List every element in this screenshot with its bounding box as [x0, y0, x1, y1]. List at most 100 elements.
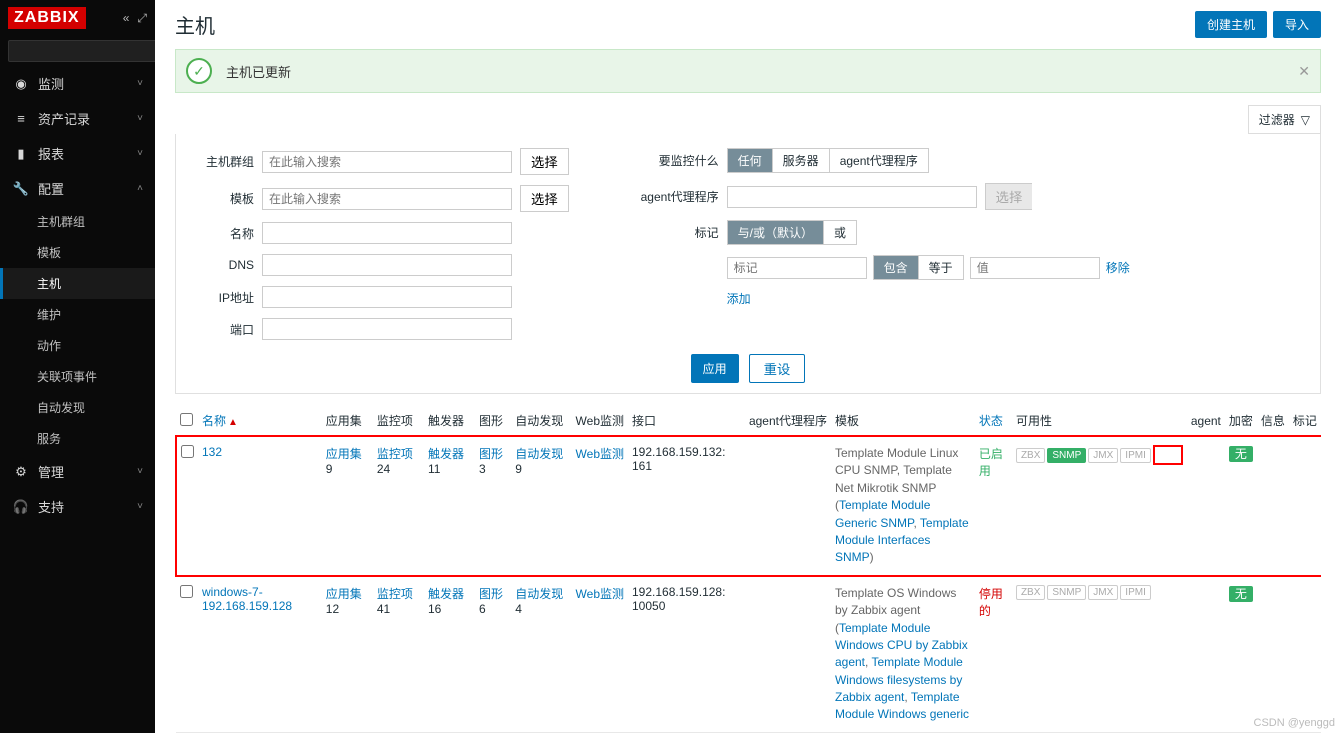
template-link[interactable]: Template Module Generic SNMP	[835, 498, 930, 529]
nav-配置[interactable]: 🔧配置˄	[0, 171, 155, 206]
nav-支持[interactable]: 🎧支持˅	[0, 489, 155, 524]
chevron-down-icon: ˅	[137, 148, 143, 159]
tag-op-contains[interactable]: 包含	[874, 256, 919, 279]
avail-ZBX: ZBX	[1016, 585, 1045, 600]
tag-remove[interactable]: 移除	[1106, 259, 1130, 276]
nav-sub-主机[interactable]: 主机	[0, 268, 155, 299]
status-link[interactable]: 停用的	[979, 587, 1003, 618]
reset-button[interactable]: 重设	[749, 354, 806, 383]
ip-input[interactable]	[262, 286, 512, 308]
row-checkbox[interactable]	[181, 445, 194, 458]
label-ip: IP地址	[196, 289, 254, 306]
row-checkbox[interactable]	[180, 585, 193, 598]
template-select[interactable]: 选择	[520, 185, 569, 212]
col-app: 应用集	[322, 406, 373, 436]
proxy-input[interactable]	[727, 186, 977, 208]
encryption-badge: 无	[1229, 586, 1253, 602]
web-link[interactable]: Web监测	[576, 447, 624, 461]
tag-name-input[interactable]	[727, 257, 867, 279]
tag-add[interactable]: 添加	[727, 290, 751, 307]
table-row: windows-7-192.168.159.128应用集 12监控项 41触发器…	[176, 576, 1321, 733]
trig-link[interactable]: 触发器	[428, 447, 464, 461]
disc-link[interactable]: 自动发现	[515, 587, 563, 601]
tag-mode-or[interactable]: 或	[824, 221, 856, 244]
hostgroup-input[interactable]	[262, 151, 512, 173]
graph-link[interactable]: 图形	[479, 447, 503, 461]
monitor-server[interactable]: 服务器	[773, 149, 830, 172]
monitor-any[interactable]: 任何	[728, 149, 773, 172]
nav-监测[interactable]: ◉监测˅	[0, 66, 155, 101]
col-trig: 触发器	[424, 406, 475, 436]
chevron-down-icon: ˅	[137, 501, 143, 512]
tag-mode-andor[interactable]: 与/或（默认）	[728, 221, 824, 244]
col-enc: 加密	[1225, 406, 1257, 436]
nav-管理[interactable]: ⚙管理˅	[0, 454, 155, 489]
tag-value-input[interactable]	[970, 257, 1100, 279]
hostgroup-select[interactable]: 选择	[520, 148, 569, 175]
filter-left: 主机群组 选择 模板 选择 名称 DNS	[196, 148, 569, 340]
nav-label: 监测	[38, 74, 64, 93]
nav-icon: ≡	[12, 111, 30, 126]
monitor-proxy[interactable]: agent代理程序	[830, 149, 928, 172]
nav-sub-模板[interactable]: 模板	[0, 237, 155, 268]
sidebar: ZABBIX « ⤢ 🔍 ◉监测˅≡资产记录˅▮报表˅🔧配置˄主机群组模板主机维…	[0, 0, 155, 733]
nav-sub-维护[interactable]: 维护	[0, 299, 155, 330]
import-button[interactable]: 导入	[1273, 11, 1321, 38]
name-input[interactable]	[262, 222, 512, 244]
filter-panel: 主机群组 选择 模板 选择 名称 DNS	[175, 134, 1321, 394]
status-link[interactable]: 已启用	[979, 447, 1003, 478]
chevron-down-icon: ˅	[137, 113, 143, 124]
nav-label: 支持	[38, 497, 64, 516]
col-name[interactable]: 名称▲	[198, 406, 322, 436]
nav-label: 配置	[38, 179, 64, 198]
col-tmpl: 模板	[831, 406, 975, 436]
label-dns: DNS	[196, 258, 254, 272]
monitor-segmented: 任何 服务器 agent代理程序	[727, 148, 929, 173]
success-message: ✓ 主机已更新 ✕	[175, 49, 1321, 93]
filter-toggle[interactable]: 过滤器 ▽	[1248, 105, 1321, 134]
items-link[interactable]: 监控项	[377, 587, 413, 601]
interface-cell: 192.168.159.128: 10050	[628, 576, 745, 733]
col-iface: 接口	[628, 406, 745, 436]
chevron-down-icon: ˅	[137, 78, 143, 89]
web-link[interactable]: Web监测	[576, 587, 624, 601]
page-title: 主机	[175, 10, 215, 39]
expand-icon[interactable]: ⤢	[137, 11, 147, 26]
create-host-button[interactable]: 创建主机	[1195, 11, 1267, 38]
label-monitor: 要监控什么	[629, 152, 719, 169]
select-all-checkbox[interactable]	[180, 413, 193, 426]
host-name-link[interactable]: 132	[202, 445, 222, 459]
graph-link[interactable]: 图形	[479, 587, 503, 601]
nav-sub-关联项事件[interactable]: 关联项事件	[0, 361, 155, 392]
template-input[interactable]	[262, 188, 512, 210]
close-icon[interactable]: ✕	[1298, 63, 1310, 80]
port-input[interactable]	[262, 318, 512, 340]
nav-资产记录[interactable]: ≡ 资产记录 ˅	[0, 101, 155, 136]
col-status[interactable]: 状态	[975, 406, 1012, 436]
trig-link[interactable]: 触发器	[428, 587, 464, 601]
nav-label: 资产记录	[38, 109, 90, 128]
hosts-table: 名称▲ 应用集 监控项 触发器 图形 自动发现 Web监测 接口 agent代理…	[175, 406, 1321, 733]
label-port: 端口	[196, 321, 254, 338]
nav-sub-自动发现[interactable]: 自动发现	[0, 392, 155, 423]
nav-报表[interactable]: ▮报表˅	[0, 136, 155, 171]
main: 主机 创建主机 导入 ✓ 主机已更新 ✕ 过滤器 ▽ 主机群组	[155, 0, 1341, 733]
dns-input[interactable]	[262, 254, 512, 276]
nav-sub-服务[interactable]: 服务	[0, 423, 155, 454]
nav-sub-主机群组[interactable]: 主机群组	[0, 206, 155, 237]
items-link[interactable]: 监控项	[377, 447, 413, 461]
col-tag: 标记	[1289, 406, 1321, 436]
app-link[interactable]: 应用集	[326, 447, 362, 461]
nav-sub-动作[interactable]: 动作	[0, 330, 155, 361]
label-tag: 标记	[629, 224, 719, 241]
avail-IPMI: IPMI	[1120, 585, 1151, 600]
label-hostgroup: 主机群组	[196, 153, 254, 170]
tag-op-equals[interactable]: 等于	[919, 256, 963, 279]
funnel-icon: ▽	[1301, 113, 1310, 127]
disc-link[interactable]: 自动发现	[515, 447, 563, 461]
host-name-link[interactable]: windows-7-192.168.159.128	[202, 585, 292, 613]
collapse-icon[interactable]: «	[123, 11, 130, 26]
app-link[interactable]: 应用集	[326, 587, 362, 601]
apply-button[interactable]: 应用	[691, 354, 739, 383]
red-highlight-box	[1153, 445, 1183, 465]
